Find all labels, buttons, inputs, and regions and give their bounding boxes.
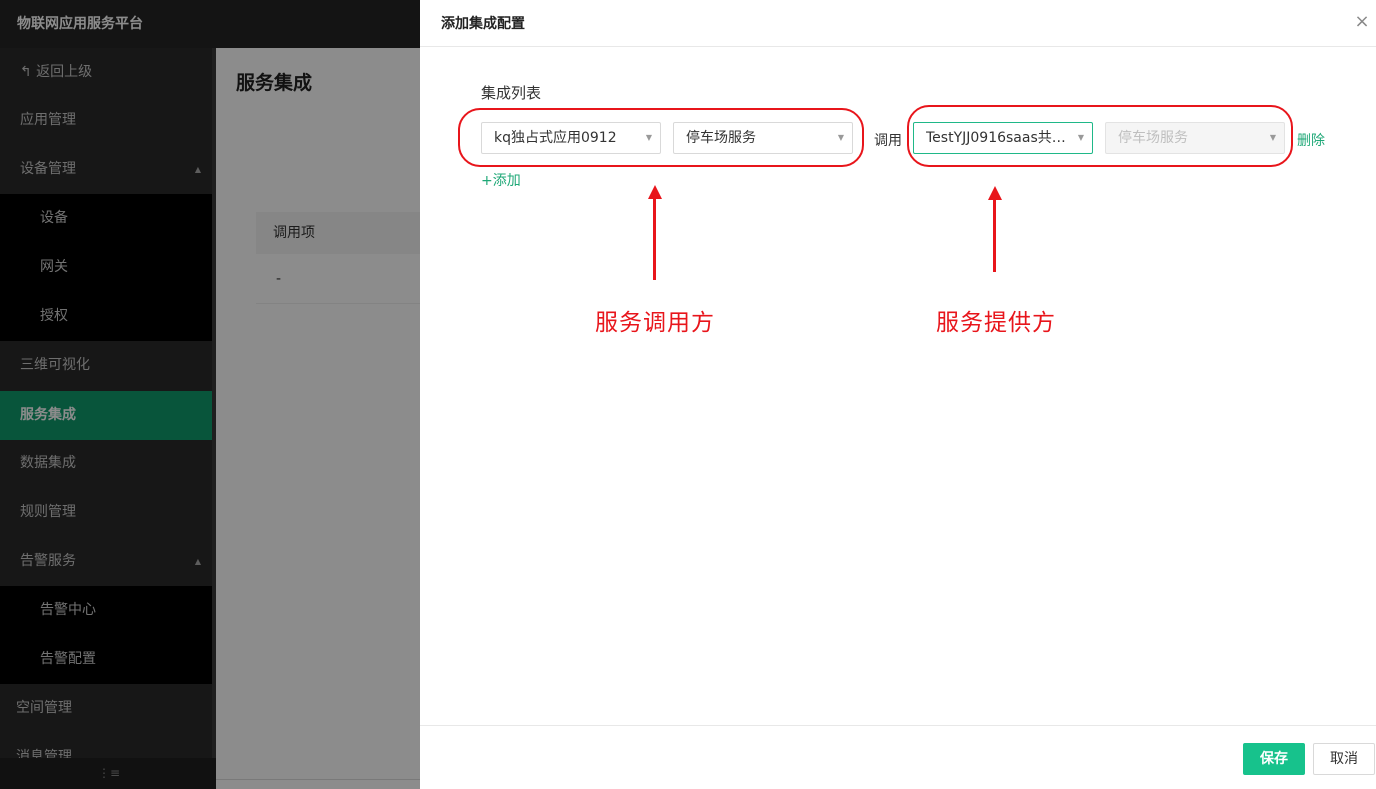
add-link[interactable]: +添加	[481, 170, 521, 190]
provider-annotation: 服务提供方	[936, 310, 1056, 336]
drawer-mask[interactable]	[0, 0, 420, 789]
save-button[interactable]: 保存	[1243, 743, 1305, 775]
add-integration-drawer: 添加集成配置 × 集成列表 kq独占式应用0912 ▼ 停车场服务 ▼ 调用 T…	[420, 0, 1376, 789]
drawer-header: 添加集成配置 ×	[420, 0, 1376, 47]
provider-arrow-line	[993, 198, 996, 272]
close-icon[interactable]: ×	[1354, 12, 1370, 32]
cancel-button[interactable]: 取消	[1313, 743, 1375, 775]
caller-arrow-line	[653, 197, 656, 280]
drawer-title: 添加集成配置	[441, 16, 525, 32]
call-label: 调用	[874, 133, 902, 149]
drawer-footer: 保存 取消	[420, 725, 1376, 789]
caller-highlight-ring	[458, 108, 864, 167]
caller-annotation: 服务调用方	[595, 310, 715, 336]
provider-highlight-ring	[907, 105, 1293, 167]
delete-link[interactable]: 删除	[1297, 130, 1325, 150]
section-label: 集成列表	[481, 84, 542, 102]
